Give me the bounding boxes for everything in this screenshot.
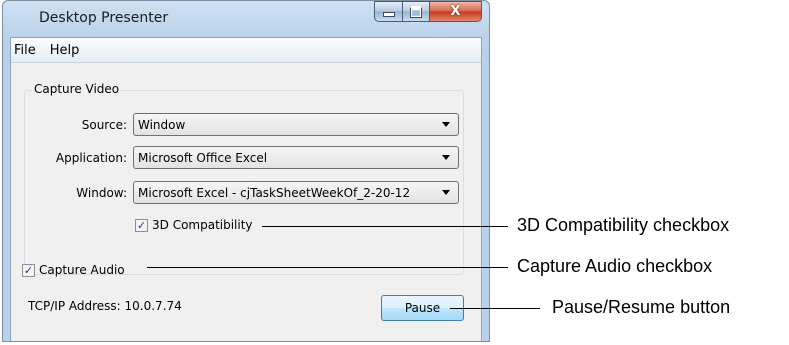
audio-callout-text: Capture Audio checkbox — [517, 256, 713, 276]
source-select-value: Window — [138, 117, 186, 132]
source-select[interactable]: Window — [133, 113, 459, 136]
compat-checkbox[interactable]: ✓ — [135, 218, 148, 232]
tcp-address-text: TCP/IP Address: 10.0.7.74 — [28, 299, 182, 313]
capture-audio-row[interactable]: ✓ Capture Audio — [22, 263, 125, 277]
application-select-value: Microsoft Office Excel — [138, 150, 268, 165]
chevron-down-icon — [442, 122, 450, 127]
client-area: File Help Capture Video Source: Window A… — [10, 37, 482, 341]
window-select[interactable]: Microsoft Excel - cjTaskSheetWeekOf_2-20… — [133, 181, 459, 204]
application-select[interactable]: Microsoft Office Excel — [133, 146, 459, 169]
close-icon: X — [450, 4, 461, 19]
window-label: Window: — [76, 186, 127, 200]
menu-help[interactable]: Help — [43, 43, 87, 58]
capture-audio-label: Capture Audio — [39, 263, 125, 277]
maximize-button[interactable] — [402, 1, 429, 22]
source-label: Source: — [81, 118, 127, 132]
compat-callout-text: 3D Compatibility checkbox — [517, 215, 730, 235]
capture-video-legend: Capture Video — [32, 82, 122, 96]
capture-video-group: Capture Video Source: Window Application… — [24, 82, 464, 275]
pause-callout-line — [450, 308, 540, 309]
maximize-icon — [410, 5, 422, 18]
window-title: Desktop Presenter — [39, 10, 169, 26]
compat-checkbox-label: 3D Compatibility — [152, 218, 253, 232]
window-select-value: Microsoft Excel - cjTaskSheetWeekOf_2-20… — [138, 185, 411, 200]
chevron-down-icon — [442, 190, 450, 195]
title-bar[interactable]: Desktop Presenter X — [3, 1, 489, 37]
pause-callout-text: Pause/Resume button — [552, 297, 731, 317]
minimize-button[interactable] — [374, 1, 402, 22]
compat-checkbox-row[interactable]: ✓ 3D Compatibility — [135, 218, 253, 232]
chevron-down-icon — [442, 155, 450, 160]
menu-file[interactable]: File — [11, 43, 43, 58]
minimize-icon — [382, 12, 395, 17]
audio-callout-line — [147, 267, 508, 268]
caption-buttons: X — [374, 1, 482, 22]
compat-callout-line — [262, 226, 508, 227]
close-button[interactable]: X — [429, 1, 482, 22]
app-window: Desktop Presenter X File Help Capture Vi… — [2, 0, 490, 342]
capture-audio-checkbox[interactable]: ✓ — [22, 263, 35, 277]
application-label: Application: — [55, 151, 127, 165]
menu-bar: File Help — [11, 38, 481, 63]
